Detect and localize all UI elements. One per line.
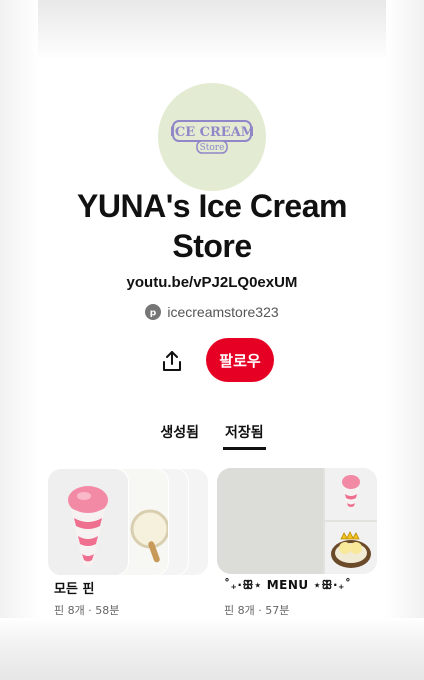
avatar[interactable]: ICE CREAM Store xyxy=(158,83,266,191)
board-meta-menu: 핀 8개 · 57분 xyxy=(224,604,290,617)
board-title-menu: ˚₊·ꕥ⋆ MENU ⋆ꕥ·₊˚ xyxy=(224,578,352,592)
pinterest-icon: p xyxy=(145,304,162,320)
small-cone-image xyxy=(342,475,360,513)
right-blur xyxy=(386,0,424,680)
tab-created[interactable]: 생성됨 xyxy=(158,422,201,450)
profile-handle-row: p icecreamstore323 xyxy=(38,301,386,323)
board-title-all-pins: 모든 핀 xyxy=(54,582,95,597)
board-cover-bottom xyxy=(325,522,377,574)
left-blur xyxy=(0,0,38,680)
board-meta-all-pins: 핀 8개 · 58분 xyxy=(54,604,120,617)
share-button[interactable] xyxy=(154,343,190,379)
board-cover-main xyxy=(217,468,323,574)
profile-tabs: 생성됨 저장됨 xyxy=(38,422,386,452)
share-icon xyxy=(163,351,181,371)
dessert-plate-image xyxy=(331,531,371,568)
board-cover-top xyxy=(325,468,377,520)
ice-cream-cone-image xyxy=(68,486,108,566)
logo-text-line1: ICE CREAM xyxy=(171,125,253,140)
logo-text-line2: Store xyxy=(200,143,225,153)
ice-cream-store-logo: ICE CREAM Store xyxy=(171,120,253,154)
tab-saved[interactable]: 저장됨 xyxy=(223,422,266,450)
profile-handle: icecreamstore323 xyxy=(167,304,279,320)
profile-website-link[interactable]: youtu.be/vPJ2LQ0exUM xyxy=(38,274,386,291)
board-all-pins[interactable] xyxy=(47,468,209,576)
svg-text:p: p xyxy=(150,309,157,318)
follow-button[interactable]: 팔로우 xyxy=(206,338,274,382)
bottom-blur xyxy=(0,618,424,680)
top-blur xyxy=(0,0,424,62)
stack-front-card xyxy=(47,468,129,576)
profile-screen: ICE CREAM Store YUNA's Ice Cream Store y… xyxy=(38,58,386,618)
board-menu[interactable] xyxy=(217,468,377,574)
profile-name: YUNA's Ice Cream Store xyxy=(77,188,347,264)
